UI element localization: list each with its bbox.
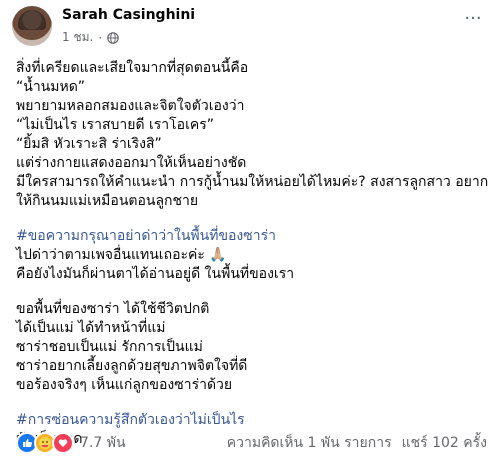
post-line: แต่ร่างกายแสดงออกมาให้เห็นอย่างชัด xyxy=(16,155,247,171)
avatar[interactable] xyxy=(12,6,52,46)
post-line: ได้เป็นแม่ ได้ทำหน้าที่แม่ xyxy=(16,320,166,336)
post-meta: 1 ชม. · xyxy=(62,28,119,47)
post-line: พยายามหลอกสมองและจิตใจตัวเองว่า xyxy=(16,98,245,114)
post-line: คือยังไงมันก็ผ่านตาได้อ่านอยู่ดี ในพื้นท… xyxy=(16,266,295,282)
post-line: มีใครสามารถให้คำแนะนำ การกู้น้ำนมให้หน่อ… xyxy=(16,174,489,190)
post-line: ไปด่าว่าตามเพจอื่นแทนเถอะค่ะ 🙏🏼 xyxy=(16,247,227,263)
post-header: Sarah Casinghini 1 ชม. · ··· xyxy=(12,6,491,50)
more-options-button[interactable]: ··· xyxy=(459,10,487,32)
post-line: ซาร่าชอบเป็นแม่ รักการเป็นแม่ xyxy=(16,339,203,355)
facebook-post: Sarah Casinghini 1 ชม. · ··· สิ่งที่เครี… xyxy=(0,0,499,467)
post-line: ขอร้องจริงๆ เห็นแก่ลูกของซาร่าด้วย xyxy=(16,377,233,393)
post-line: “ยิ้มสิ หัวเราะสิ ร่าเริงสิ” xyxy=(16,136,162,152)
post-line: ขอพื้นที่ของซาร่า ได้ใช้ชีวิตปกติ xyxy=(16,301,210,317)
share-count[interactable]: แชร์ 102 ครั้ง xyxy=(402,432,487,454)
hashtag-link[interactable]: #การซ่อนความรู้สึกตัวเองว่าไม่เป็นไร xyxy=(16,411,489,430)
post-text: สิ่งที่เครียดและเสียใจมากที่สุดตอนนี้คือ… xyxy=(16,59,489,449)
author-name[interactable]: Sarah Casinghini xyxy=(62,7,195,23)
comment-count[interactable]: ความคิดเห็น 1 พัน รายการ xyxy=(227,432,392,454)
post-line: สิ่งที่เครียดและเสียใจมากที่สุดตอนนี้คือ xyxy=(16,60,249,76)
more-icon: ··· xyxy=(464,8,482,29)
post-line: ซาร่าอยากเลี้ยงลูกด้วยสุขภาพจิตใจที่ดี xyxy=(16,358,248,374)
globe-icon xyxy=(107,31,119,44)
reactions-summary[interactable]: 7.7 พัน xyxy=(16,432,126,454)
post-stats: ความคิดเห็น 1 พัน รายการ แชร์ 102 ครั้ง xyxy=(227,432,487,454)
post-line: “ไม่เป็นไร เราสบายดี เราโอเคร” xyxy=(16,117,214,133)
post-line: “น้ำนมหด” xyxy=(16,79,86,95)
hashtag-link[interactable]: #ขอความกรุณาอย่าด่าว่าในพื้นที่ของซาร่า xyxy=(16,227,489,246)
reaction-count: 7.7 พัน xyxy=(80,435,126,451)
post-footer: 7.7 พัน ความคิดเห็น 1 พัน รายการ แชร์ 10… xyxy=(16,430,487,456)
love-icon xyxy=(52,432,74,454)
post-time[interactable]: 1 ชม. xyxy=(62,28,93,47)
post-line: ให้กินนมแม่เหมือนตอนลูกชาย xyxy=(16,193,199,209)
